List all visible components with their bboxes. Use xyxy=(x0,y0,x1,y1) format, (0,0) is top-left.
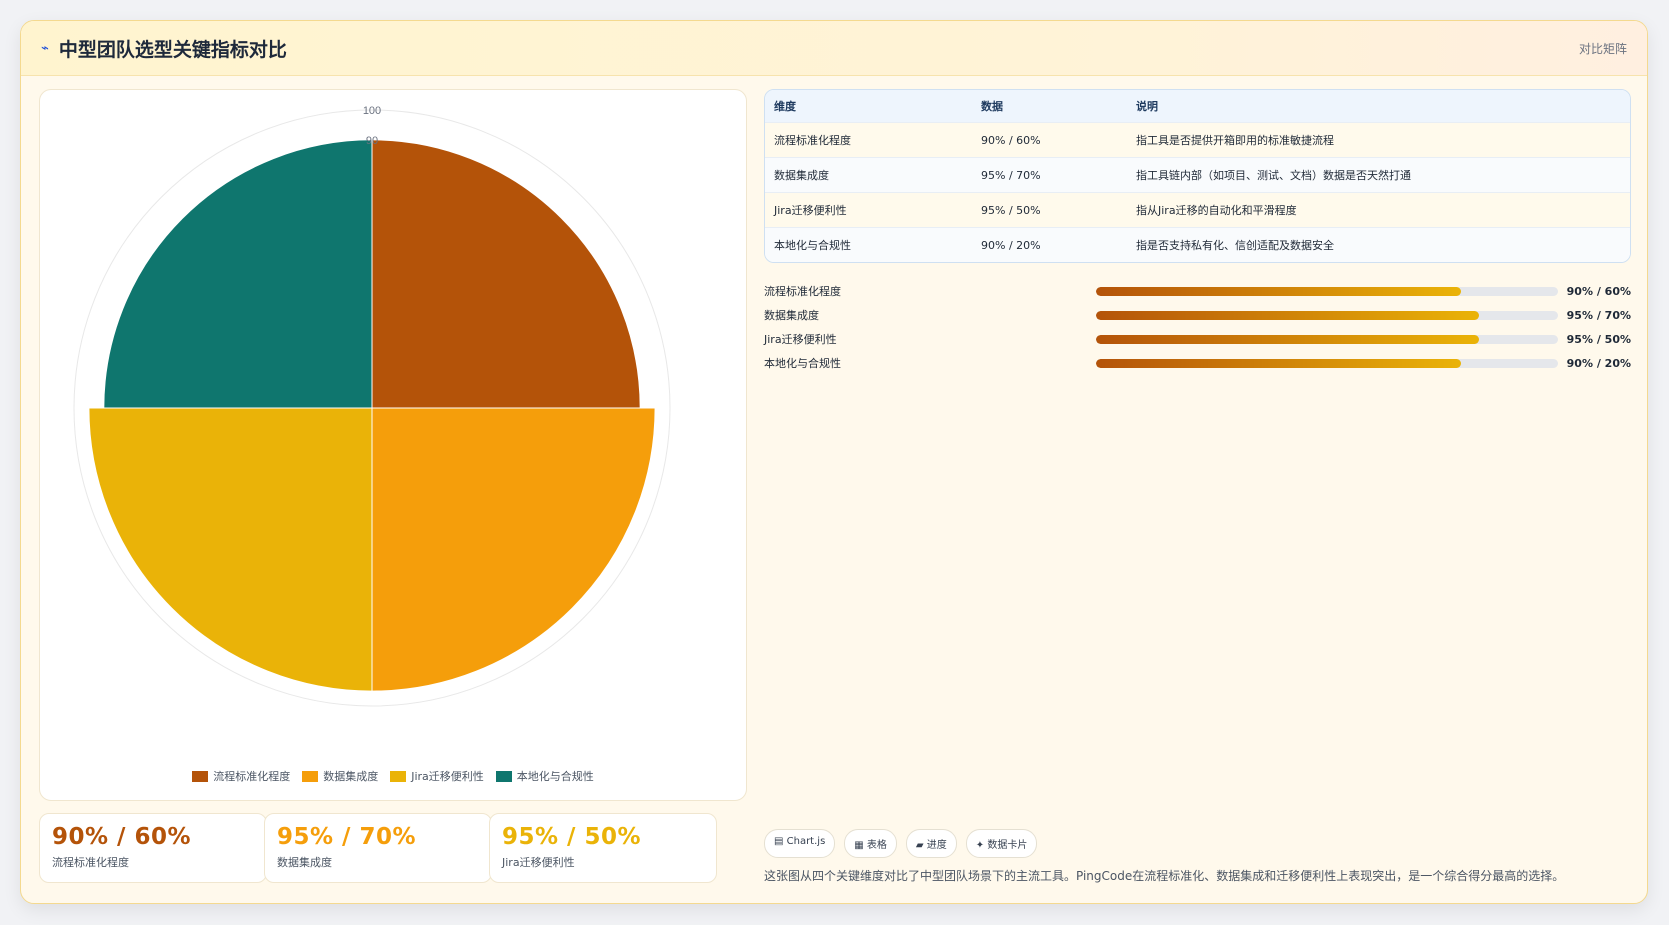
progress-track xyxy=(1096,334,1558,344)
table-cell: 指是否支持私有化、信创适配及数据安全 xyxy=(1136,239,1334,252)
polar-segment[interactable] xyxy=(103,139,373,409)
progress-label: 本地化与合规性 xyxy=(764,357,841,370)
table-cell: 95% / 50% xyxy=(981,203,1041,217)
card-header: ⌁ 中型团队选型关键指标对比 对比矩阵 xyxy=(21,21,1647,76)
stat-label: 流程标准化程度 xyxy=(52,856,129,869)
progress-row: 本地化与合规性 90% / 20% xyxy=(764,351,1631,375)
progress-value: 90% / 20% xyxy=(1566,356,1631,370)
polar-segment[interactable] xyxy=(371,407,656,692)
stat-card-2: 95% / 70% 数据集成度 xyxy=(264,813,492,883)
stat-label: 数据集成度 xyxy=(277,856,332,869)
polar-area-chart[interactable]: 100 90 xyxy=(40,90,748,760)
progress-row: 数据集成度 95% / 70% xyxy=(764,303,1631,327)
legend-item[interactable]: 数据集成度 xyxy=(302,768,378,784)
table-cell: 90% / 20% xyxy=(981,238,1041,252)
progress-row: 流程标准化程度 90% / 60% xyxy=(764,279,1631,303)
table-cell: 95% / 70% xyxy=(981,168,1041,182)
progress-fill xyxy=(1096,310,1480,320)
chip-data-cards[interactable]: ✦ 数据卡片 xyxy=(965,829,1038,858)
polar-segment[interactable] xyxy=(371,139,641,409)
progress-track xyxy=(1096,310,1558,320)
stat-card-3: 95% / 50% Jira迁移便利性 xyxy=(489,813,717,883)
table-header-cell: 说明 xyxy=(1136,100,1158,113)
table-row: 流程标准化程度 90% / 60% 指工具是否提供开箱即用的标准敏捷流程 xyxy=(765,122,1630,157)
chart-line-icon: ⌁ xyxy=(41,40,49,56)
progress-label: 流程标准化程度 xyxy=(764,285,841,298)
table-cell: 指工具链内部（如项目、测试、文档）数据是否天然打通 xyxy=(1136,169,1411,182)
legend-item[interactable]: 本地化与合规性 xyxy=(495,768,594,784)
tick-label: 90 xyxy=(366,135,378,147)
table-row: 数据集成度 95% / 70% 指工具链内部（如项目、测试、文档）数据是否天然打… xyxy=(765,157,1630,192)
table-cell: 流程标准化程度 xyxy=(774,134,851,147)
legend-swatch xyxy=(192,770,209,782)
table-cell: 数据集成度 xyxy=(774,169,829,182)
legend-item[interactable]: 流程标准化程度 xyxy=(192,768,290,784)
legend-swatch xyxy=(390,770,407,782)
progress-fill xyxy=(1096,286,1461,296)
tag-chips: ▤ Chart.js ▦ 表格 ▰ 进度 ✦ 数据卡片 xyxy=(764,829,1038,858)
progress-value: 90% / 60% xyxy=(1566,284,1631,298)
progress-track xyxy=(1096,286,1558,296)
progress-value: 95% / 70% xyxy=(1566,308,1631,322)
progress-row: Jira迁移便利性 95% / 50% xyxy=(764,327,1631,351)
chip-progress[interactable]: ▰ 进度 xyxy=(905,829,957,858)
chart-legend: 流程标准化程度 数据集成度 Jira迁移便利性 本地化与合规性 xyxy=(40,768,746,784)
progress-label: 数据集成度 xyxy=(764,309,819,322)
legend-label: 本地化与合规性 xyxy=(516,770,594,783)
progress-value: 95% / 50% xyxy=(1566,332,1631,346)
table-row: Jira迁移便利性 95% / 50% 指从Jira迁移的自动化和平滑程度 xyxy=(765,192,1630,227)
data-table: 维度 数据 说明 流程标准化程度 90% / 60% 指工具是否提供开箱即用的标… xyxy=(764,89,1631,263)
stat-value: 95% / 50% xyxy=(502,824,642,850)
table-cell: 90% / 60% xyxy=(981,133,1041,147)
progress-list: 流程标准化程度 90% / 60% 数据集成度 95% / 70% Jira迁移… xyxy=(764,279,1631,375)
header-tag: 对比矩阵 xyxy=(1578,41,1627,56)
card-title: ⌁ 中型团队选型关键指标对比 xyxy=(41,35,287,62)
table-cell: 指工具是否提供开箱即用的标准敏捷流程 xyxy=(1136,134,1334,147)
table-cell: Jira迁移便利性 xyxy=(774,204,847,217)
progress-label: Jira迁移便利性 xyxy=(764,333,837,346)
chart-card: ⌁ 中型团队选型关键指标对比 对比矩阵 100 90 流程标准化程度 数据集成度 Ji… xyxy=(20,20,1648,904)
progress-fill xyxy=(1096,358,1461,368)
progress-track xyxy=(1096,358,1558,368)
progress-fill xyxy=(1096,334,1480,344)
legend-item[interactable]: Jira迁移便利性 xyxy=(390,768,484,784)
stat-value: 95% / 70% xyxy=(277,824,417,850)
page-title: 中型团队选型关键指标对比 xyxy=(58,38,287,61)
stat-label: Jira迁移便利性 xyxy=(502,856,575,869)
summary-text: 这张图从四个关键维度对比了中型团队场景下的主流工具。PingCode在流程标准化… xyxy=(764,869,1565,883)
stat-value: 90% / 60% xyxy=(52,824,192,850)
tick-label: 100 xyxy=(363,105,381,117)
table-header: 维度 数据 说明 xyxy=(765,90,1630,122)
legend-label: Jira迁移便利性 xyxy=(411,770,484,783)
table-header-cell: 维度 xyxy=(774,100,796,113)
legend-label: 流程标准化程度 xyxy=(213,770,291,783)
chart-panel: 100 90 流程标准化程度 数据集成度 Jira迁移便利性 本地化与合规性 xyxy=(39,89,747,801)
chip-chartjs[interactable]: ▤ Chart.js xyxy=(764,829,836,858)
table-cell: 本地化与合规性 xyxy=(774,239,851,252)
legend-swatch xyxy=(495,770,512,782)
chip-table[interactable]: ▦ 表格 xyxy=(844,829,897,858)
stat-card-1: 90% / 60% 流程标准化程度 xyxy=(39,813,267,883)
table-row: 本地化与合规性 90% / 20% 指是否支持私有化、信创适配及数据安全 xyxy=(765,227,1630,262)
legend-label: 数据集成度 xyxy=(323,770,379,783)
table-header-cell: 数据 xyxy=(981,100,1003,113)
table-cell: 指从Jira迁移的自动化和平滑程度 xyxy=(1136,204,1297,217)
polar-segment[interactable] xyxy=(88,407,373,692)
legend-swatch xyxy=(302,770,319,782)
